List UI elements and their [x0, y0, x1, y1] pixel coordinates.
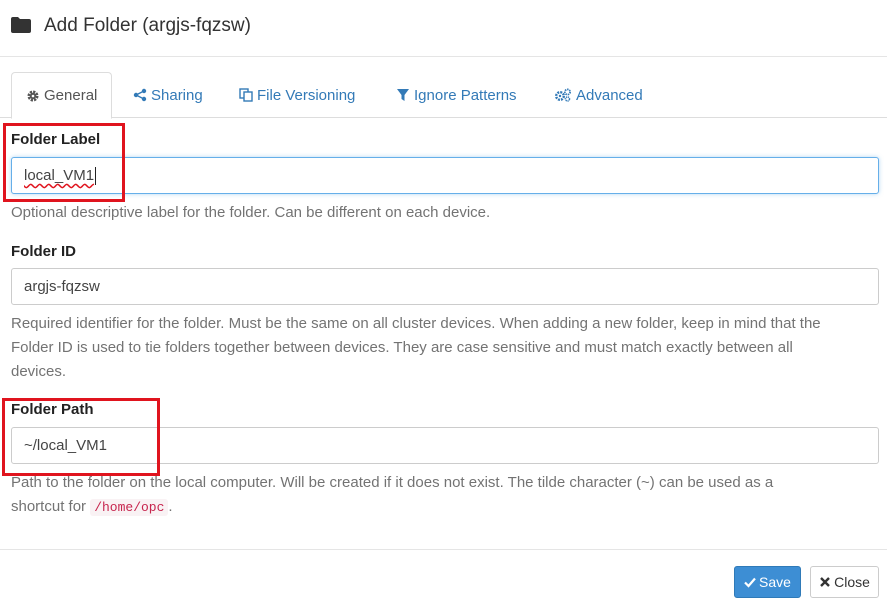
- folder-id-help-line: Folder ID is used to tie folders togethe…: [11, 339, 793, 356]
- folder-label-help: Optional descriptive label for the folde…: [11, 204, 491, 221]
- modal-title: Add Folder (argjs-fqzsw): [44, 15, 251, 36]
- close-button[interactable]: Close: [810, 566, 879, 598]
- folder-path-help-line2: shortcut for /home/opc.: [11, 495, 881, 520]
- highlight-box: [2, 398, 160, 476]
- help-text: shortcut for: [11, 498, 91, 515]
- tab-label: Sharing: [151, 86, 203, 104]
- tab-sharing[interactable]: Sharing: [133, 72, 203, 118]
- tab-general[interactable]: General: [11, 72, 113, 119]
- tab-label: General: [44, 87, 98, 104]
- tab-label: Ignore Patterns: [414, 86, 517, 104]
- tab-file-versioning[interactable]: File Versioning: [239, 72, 355, 118]
- folder-icon: [11, 17, 31, 33]
- folder-label-input[interactable]: local_VM1: [11, 157, 879, 194]
- close-button-label: Close: [834, 574, 870, 590]
- highlight-box: [3, 123, 125, 202]
- folder-id-help-line: devices.: [11, 363, 67, 380]
- save-button-label: Save: [759, 574, 791, 590]
- close-icon: [819, 576, 831, 588]
- folder-id-value: argjs-fqzsw: [24, 278, 100, 295]
- copy-icon: [239, 88, 253, 102]
- cogs-icon: [554, 88, 572, 102]
- save-button[interactable]: Save: [734, 566, 801, 598]
- folder-id-help-line: Required identifier for the folder. Must…: [11, 315, 821, 332]
- folder-path-help: Path to the folder on the local computer…: [11, 471, 881, 520]
- folder-id-input[interactable]: argjs-fqzsw: [11, 268, 879, 305]
- tab-bar: General Sharing File Versioning Ignore P…: [0, 72, 887, 119]
- tab-advanced[interactable]: Advanced: [554, 72, 643, 118]
- tab-label: File Versioning: [257, 86, 356, 104]
- filter-icon: [396, 88, 410, 102]
- modal-header: Add Folder (argjs-fqzsw): [0, 0, 887, 57]
- folder-id-label: Folder ID: [11, 243, 77, 260]
- tab-label: Advanced: [576, 86, 643, 104]
- tab-ignore-patterns[interactable]: Ignore Patterns: [396, 72, 517, 118]
- folder-id-help: Required identifier for the folder. Must…: [11, 312, 881, 384]
- home-path-code: /home/opc: [90, 499, 169, 516]
- share-icon: [133, 88, 147, 102]
- gear-icon: [26, 89, 40, 103]
- check-icon: [744, 576, 756, 588]
- help-text: .: [168, 498, 173, 515]
